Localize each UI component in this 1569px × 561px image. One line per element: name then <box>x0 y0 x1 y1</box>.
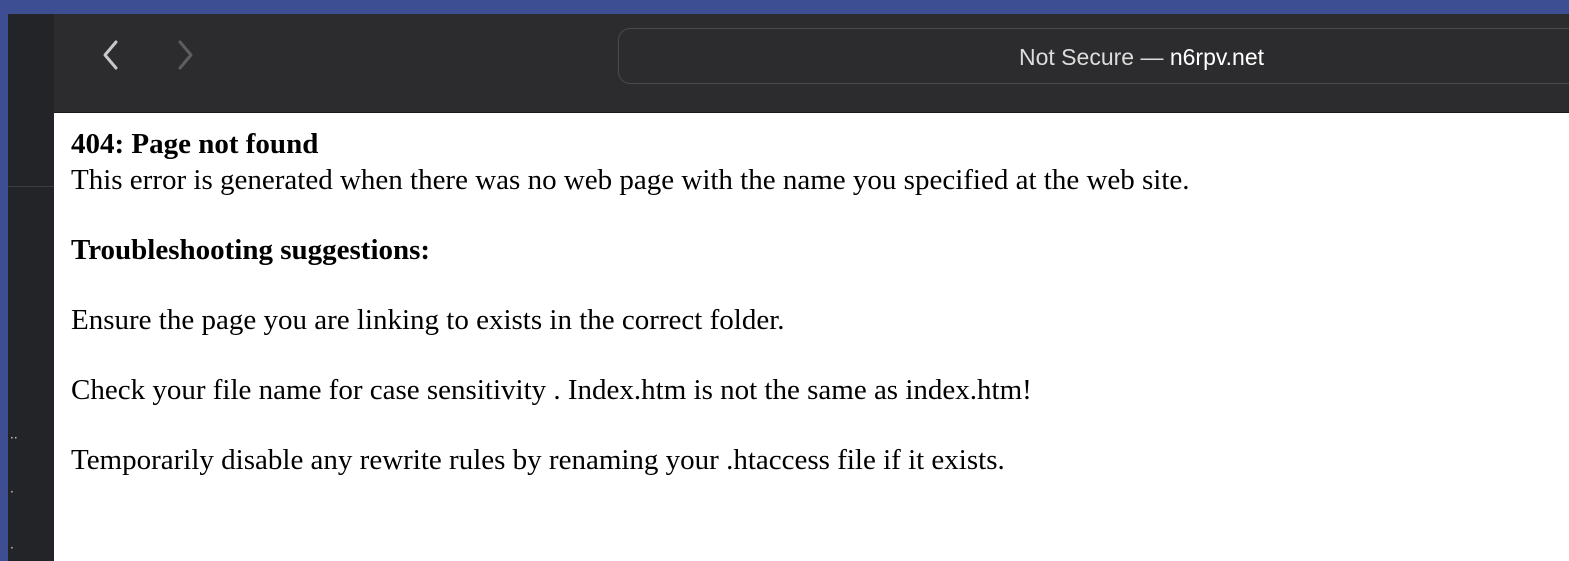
dot-icon: · <box>10 541 14 555</box>
page-title: 404: Page not found <box>71 128 319 160</box>
back-button[interactable] <box>96 40 126 70</box>
chevron-left-icon <box>103 40 118 70</box>
suggestion-item: Temporarily disable any rewrite rules by… <box>71 444 1005 476</box>
address-bar[interactable]: Not Secure — n6rpv.net <box>618 28 1569 84</box>
error-description: This error is generated when there was n… <box>71 164 1190 196</box>
address-domain: n6rpv.net <box>1169 44 1265 70</box>
chevron-right-icon <box>178 40 193 70</box>
desktop-background: ·· · · Not Secure — n6rpv.net 404: Page … <box>0 0 1569 561</box>
security-status: Not Secure — <box>1019 44 1164 70</box>
dots-icon: ·· <box>10 431 18 445</box>
suggestion-item: Check your file name for case sensitivit… <box>71 374 1032 406</box>
dot-icon: · <box>10 485 14 499</box>
browser-window: Not Secure — n6rpv.net 404: Page not fou… <box>54 14 1569 561</box>
page-content: 404: Page not found This error is genera… <box>71 126 1190 478</box>
suggestion-item: Ensure the page you are linking to exist… <box>71 304 785 336</box>
background-window-strip: ·· · · <box>8 14 54 561</box>
browser-toolbar: Not Secure — n6rpv.net <box>54 14 1569 113</box>
forward-button[interactable] <box>170 40 200 70</box>
address-text: Not Secure — n6rpv.net <box>1019 29 1264 85</box>
troubleshooting-heading: Troubleshooting suggestions: <box>71 234 431 266</box>
divider <box>8 186 54 187</box>
